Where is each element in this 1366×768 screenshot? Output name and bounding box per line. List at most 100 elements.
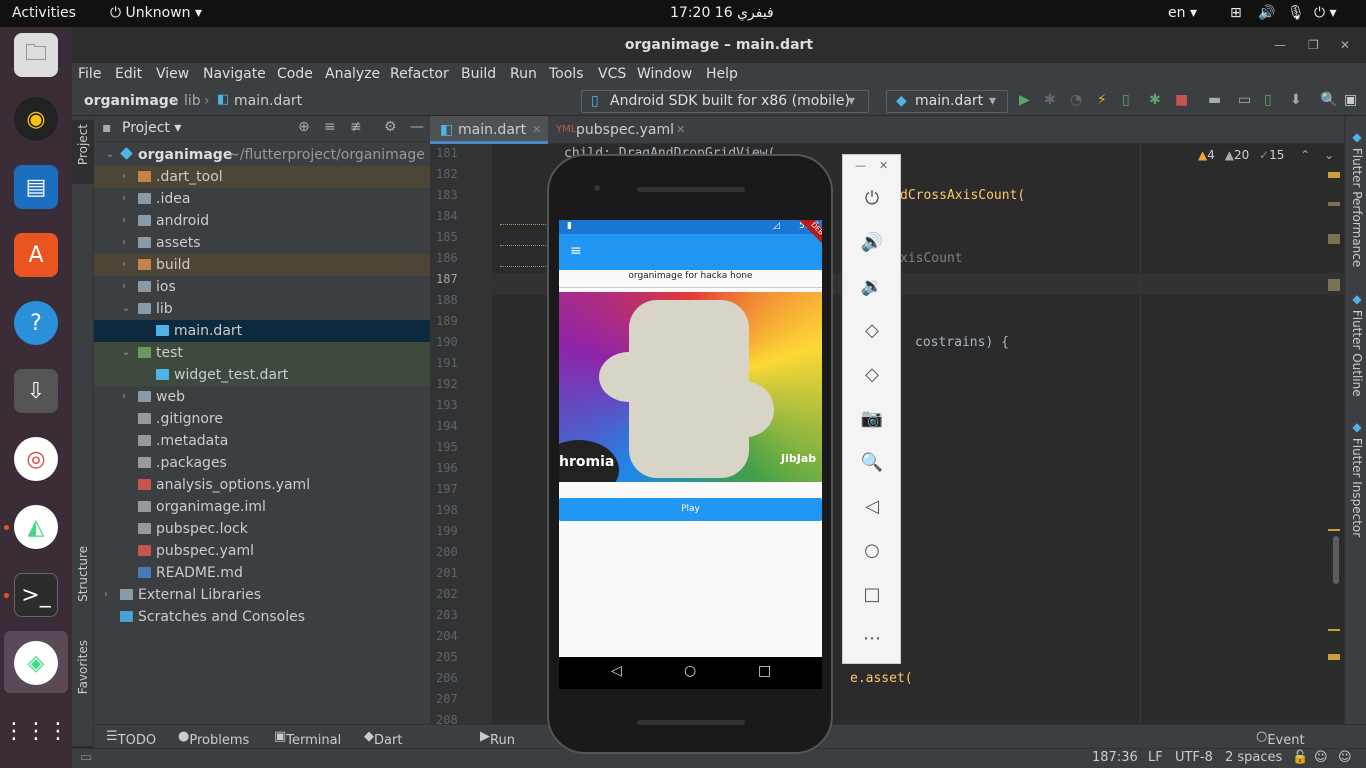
device-manager-icon[interactable]: ▯	[1264, 92, 1272, 108]
menu-vcs[interactable]: VCS	[598, 66, 626, 82]
flutter-outline-tab[interactable]: ◆ Flutter Outline	[1350, 292, 1364, 397]
breadcrumb-project[interactable]: organimage	[84, 93, 178, 109]
run-tab[interactable]: ▶ Run	[480, 729, 515, 748]
writer-icon[interactable]: ▤	[14, 165, 58, 209]
code-line-183[interactable]: dCrossAxisCount(	[900, 188, 1025, 203]
tree-item[interactable]: › .dart_tool	[94, 166, 430, 188]
android-studio-icon[interactable]: ◭	[14, 505, 58, 549]
tree-root[interactable]: ⌄ organimage ~/flutterproject/organimage	[94, 144, 430, 166]
menu-refactor[interactable]: Refactor	[390, 66, 449, 82]
settings-icon[interactable]: ▣	[1344, 92, 1357, 108]
hide-panel-icon[interactable]: —	[410, 119, 424, 135]
breadcrumb-folder[interactable]: lib	[184, 93, 201, 109]
stop-icon[interactable]: ■	[1175, 92, 1188, 108]
tab-pubspec-yaml[interactable]: YML pubspec.yaml ✕	[550, 116, 690, 144]
menu-view[interactable]: View	[156, 66, 189, 82]
problems-tab[interactable]: ● Problems	[178, 729, 249, 748]
home-icon[interactable]: ○	[684, 663, 696, 679]
code-line-206[interactable]: e.asset(	[850, 671, 913, 686]
tree-item[interactable]: › android	[94, 210, 430, 232]
show-apps-icon[interactable]: ⋮⋮⋮	[3, 709, 69, 753]
menu-navigate[interactable]: Navigate	[203, 66, 266, 82]
chevron-right-icon[interactable]: ›	[122, 166, 126, 188]
play-button[interactable]: Play	[559, 498, 822, 521]
event-log-tab[interactable]: ○ Event Log	[1256, 729, 1305, 763]
tree-item[interactable]: pubspec.yaml	[94, 540, 430, 562]
locate-icon[interactable]: ⊕	[298, 119, 310, 135]
menu-build[interactable]: Build	[461, 66, 496, 82]
feedback-icon[interactable]: ☺	[1338, 750, 1352, 765]
dart-analysis-tab[interactable]: ◆ Dart Analysis	[364, 729, 428, 763]
power-icon[interactable]: ⏻ ▾	[1314, 5, 1337, 21]
expand-all-icon[interactable]: ≡	[324, 119, 336, 135]
flutter-inspector-tab[interactable]: ◆ Flutter Inspector	[1350, 420, 1364, 537]
tree-item[interactable]: widget_test.dart	[94, 364, 430, 386]
camera-icon[interactable]: 📷	[860, 407, 884, 431]
software-icon[interactable]: A	[14, 233, 58, 277]
chevron-right-icon[interactable]: ›	[104, 584, 108, 606]
terminal-tab[interactable]: ▣ Terminal	[274, 729, 341, 748]
menu-window[interactable]: Window	[637, 66, 692, 82]
gear-icon[interactable]: ⚙	[384, 119, 397, 135]
hamburger-menu-icon[interactable]: ≡	[570, 243, 582, 259]
menu-file[interactable]: File	[78, 66, 101, 82]
network-icon[interactable]: ⊞	[1230, 5, 1242, 21]
close-icon[interactable]: ✕	[1340, 27, 1350, 63]
usb-installer-icon[interactable]: ⇩	[14, 369, 58, 413]
search-icon[interactable]: 🔍	[1320, 92, 1337, 108]
tree-item[interactable]: .packages	[94, 452, 430, 474]
minimize-icon[interactable]: —	[855, 159, 866, 172]
file-encoding[interactable]: UTF-8	[1175, 750, 1213, 765]
project-structure-icon[interactable]: ▬	[1208, 92, 1221, 108]
sdk-manager-icon[interactable]: ⬇	[1290, 92, 1302, 108]
tree-item[interactable]: .metadata	[94, 430, 430, 452]
project-view-selector[interactable]: Project ▾	[122, 120, 181, 136]
chevron-right-icon[interactable]: ›	[122, 232, 126, 254]
tab-main-dart[interactable]: ◧ main.dart ✕	[430, 116, 548, 144]
home-icon[interactable]: ○	[860, 539, 884, 563]
rotate-left-icon[interactable]: ◇	[860, 319, 884, 343]
tree-item[interactable]: analysis_options.yaml	[94, 474, 430, 496]
tree-item[interactable]: › ios	[94, 276, 430, 298]
close-icon[interactable]: ✕	[532, 116, 541, 144]
structure-tool-tab[interactable]: Structure	[76, 546, 90, 602]
terminal-icon[interactable]: >_	[14, 573, 58, 617]
rhythmbox-icon[interactable]: ◉	[14, 97, 58, 141]
clock[interactable]: 17:20 16 فيفري	[670, 5, 774, 21]
inspection-widget[interactable]: ▲4 ▲20 ✓15 ⌃ ⌄	[1198, 148, 1334, 162]
collapse-all-icon[interactable]: ≢	[350, 119, 362, 135]
minimize-icon[interactable]: —	[1274, 27, 1286, 63]
language-indicator[interactable]: en ▾	[1168, 5, 1197, 21]
tree-item[interactable]: › build	[94, 254, 430, 276]
close-icon[interactable]: ✕	[879, 159, 888, 172]
app-menu[interactable]: ⏻ Unknown ▾	[110, 5, 202, 21]
tree-item[interactable]: pubspec.lock	[94, 518, 430, 540]
menu-analyze[interactable]: Analyze	[325, 66, 380, 82]
menu-code[interactable]: Code	[277, 66, 313, 82]
recents-icon[interactable]: □	[758, 663, 771, 679]
attach-icon[interactable]: ✱	[1149, 92, 1161, 108]
device-selector[interactable]: ▯ Android SDK built for x86 (mobile) ▾	[581, 90, 869, 113]
tree-item[interactable]: ⌄ test	[94, 342, 430, 364]
more-icon[interactable]: ⋯	[860, 627, 884, 651]
code-line-186[interactable]: xisCount	[900, 251, 963, 266]
menu-help[interactable]: Help	[706, 66, 738, 82]
menu-edit[interactable]: Edit	[115, 66, 142, 82]
chrome-icon[interactable]: ◎	[14, 437, 58, 481]
volume-down-icon[interactable]: 🔉	[860, 275, 884, 299]
volume-up-icon[interactable]: 🔊	[860, 231, 884, 255]
menu-run[interactable]: Run	[510, 66, 537, 82]
flutter-performance-tab[interactable]: ◆ Flutter Performance	[1350, 130, 1364, 267]
maximize-icon[interactable]: ❐	[1308, 27, 1319, 63]
panel-toggle-icon[interactable]: ▭	[80, 750, 92, 765]
debug-icon[interactable]: ✱	[1044, 92, 1056, 108]
chevron-right-icon[interactable]: ›	[122, 188, 126, 210]
editor-scrollbar[interactable]	[1333, 536, 1339, 584]
project-tool-tab[interactable]: Project	[76, 124, 90, 165]
chevron-down-icon[interactable]: ⌄	[122, 298, 130, 320]
tree-item[interactable]: main.dart	[94, 320, 430, 342]
chevron-right-icon[interactable]: ›	[122, 386, 126, 408]
tree-item[interactable]: Scratches and Consoles	[94, 606, 430, 628]
microphone-icon[interactable]: 🎙	[1287, 5, 1305, 21]
chevron-right-icon[interactable]: ›	[122, 276, 126, 298]
